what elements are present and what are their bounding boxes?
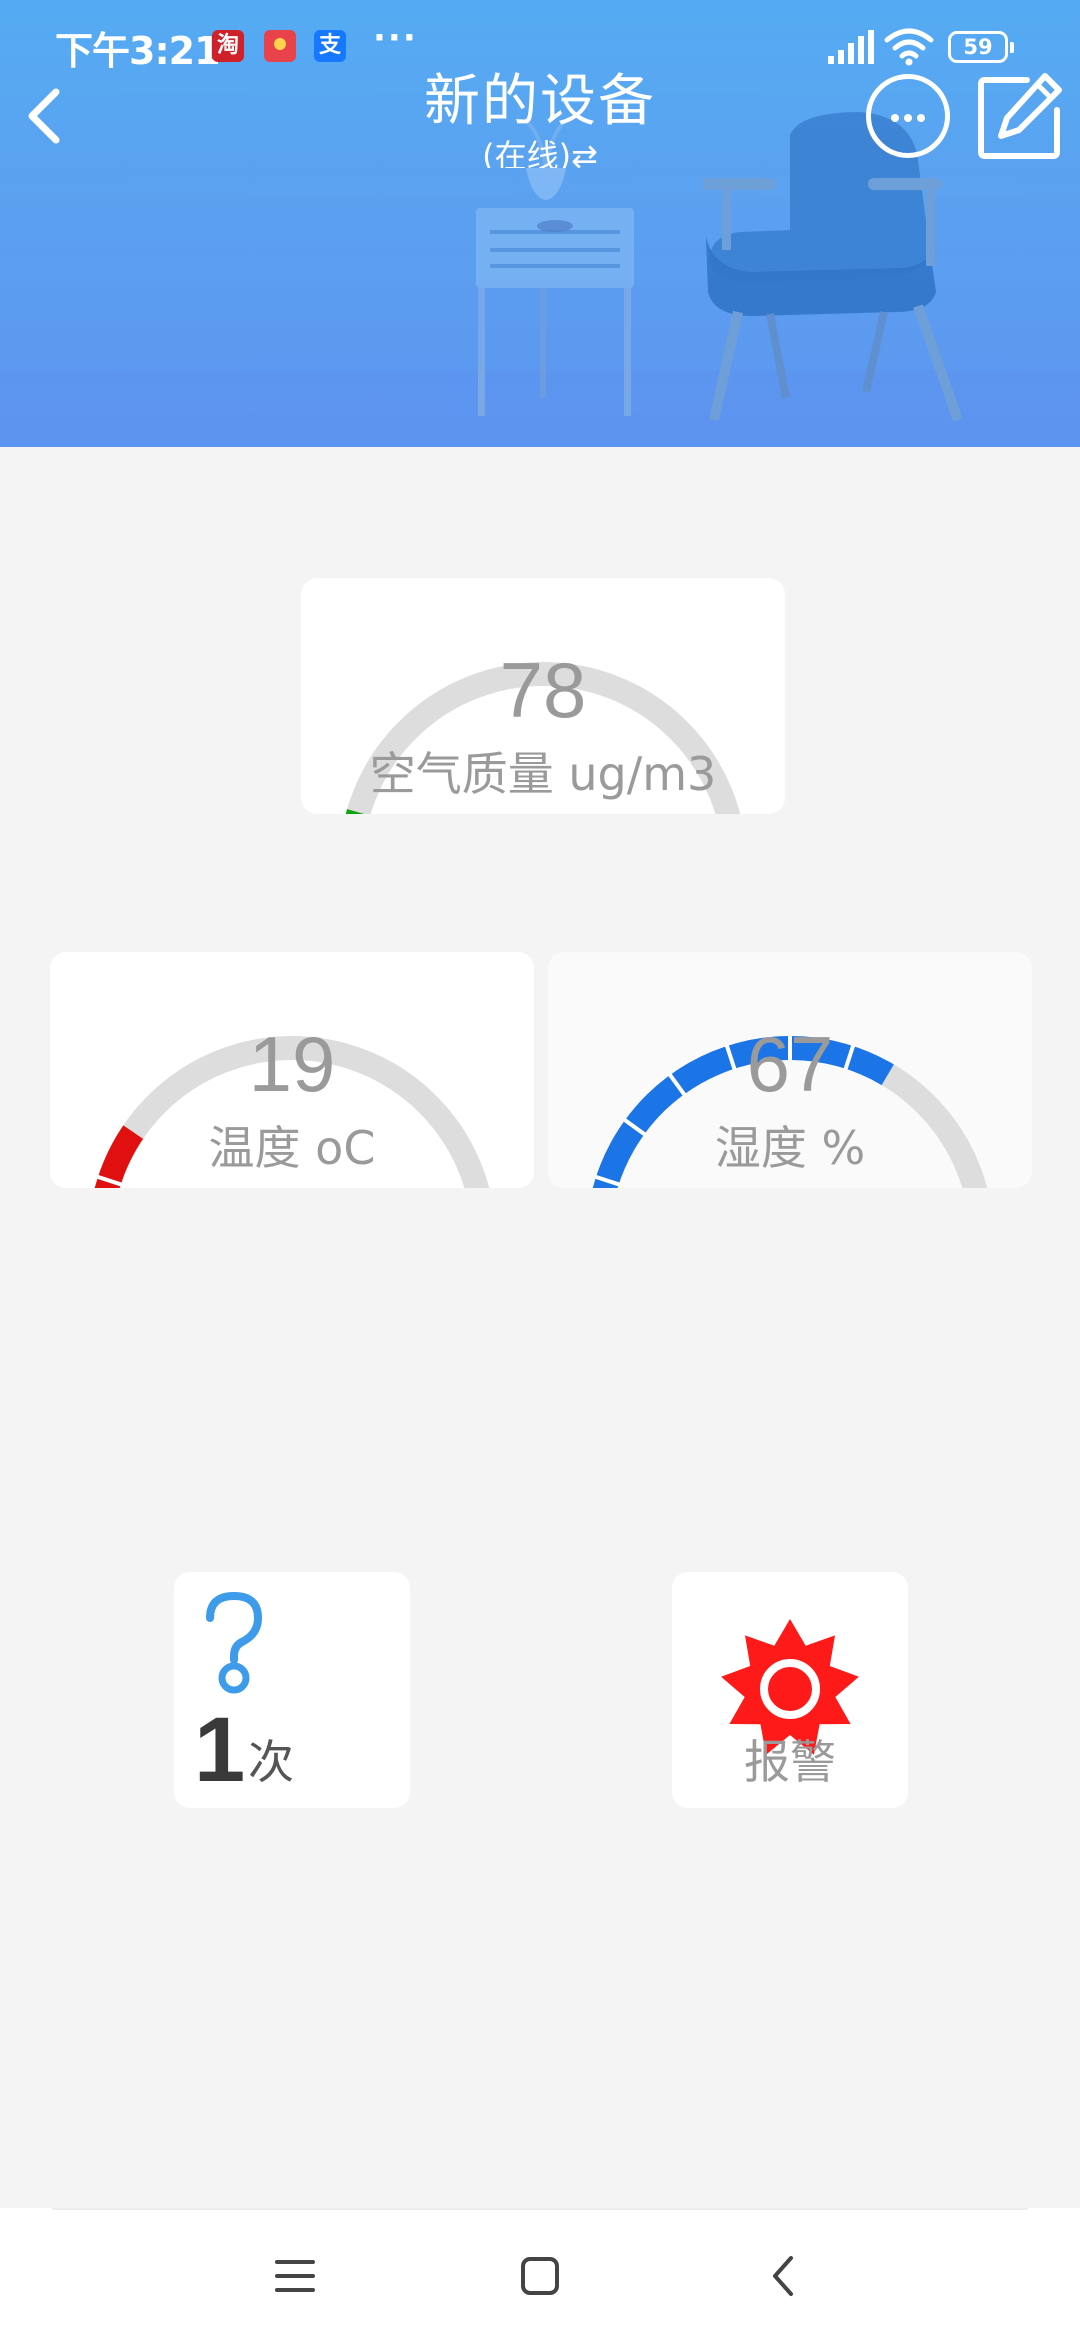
air-quality-card[interactable]: 78 空气质量 ug/m3 xyxy=(301,578,785,814)
sun-core-shape xyxy=(760,1659,820,1719)
divider xyxy=(52,2208,1028,2210)
temperature-card[interactable]: 19 温度 oC xyxy=(50,952,534,1188)
menu-icon[interactable] xyxy=(265,2246,325,2306)
red-packet-icon xyxy=(264,30,296,62)
title-block: 新的设备 (在线)⇄ xyxy=(340,66,740,168)
connection-status[interactable]: (在线)⇄ xyxy=(340,138,740,168)
wifi-icon xyxy=(884,28,934,66)
dot-icon xyxy=(891,114,899,122)
alarm-label: 报警 xyxy=(744,1735,836,1789)
dot-icon xyxy=(917,114,925,122)
temperature-value: 19 xyxy=(248,1020,336,1108)
battery-indicator: 59 xyxy=(948,31,1014,63)
humidity-label: 湿度 % xyxy=(714,1121,866,1175)
taobao-icon: 淘 xyxy=(212,30,244,62)
gauge-fill xyxy=(345,809,365,814)
dot-icon xyxy=(904,114,912,122)
alarm-tile[interactable]: 报警 xyxy=(672,1572,908,1808)
back-button[interactable] xyxy=(18,80,74,152)
more-options-button[interactable] xyxy=(866,74,950,158)
back-nav-icon[interactable] xyxy=(755,2246,815,2306)
air-quality-label: 空气质量 ug/m3 xyxy=(369,747,717,801)
page-title: 新的设备 xyxy=(424,69,656,134)
status-time: 下午3:21 xyxy=(55,29,221,73)
question-mark-icon xyxy=(206,1591,263,1694)
signal-icon xyxy=(828,30,874,64)
query-count-tile[interactable]: 1 次 xyxy=(174,1572,410,1808)
air-quality-value: 78 xyxy=(499,646,587,734)
edit-button[interactable] xyxy=(975,72,1065,162)
temperature-label: 温度 oC xyxy=(208,1121,376,1175)
query-count-value: 1 xyxy=(194,1699,246,1801)
more-notifications-icon: ··· xyxy=(373,18,418,58)
device-header: 下午3:21 淘 支 ··· 59 新的设备 (在线)⇄ xyxy=(0,0,1080,447)
humidity-value: 67 xyxy=(746,1020,834,1108)
humidity-card[interactable]: 67 湿度 % xyxy=(548,952,1032,1188)
home-icon[interactable] xyxy=(510,2246,570,2306)
system-navigation-bar xyxy=(0,2208,1080,2340)
alipay-icon: 支 xyxy=(314,30,346,62)
query-count-unit: 次 xyxy=(248,1735,294,1789)
